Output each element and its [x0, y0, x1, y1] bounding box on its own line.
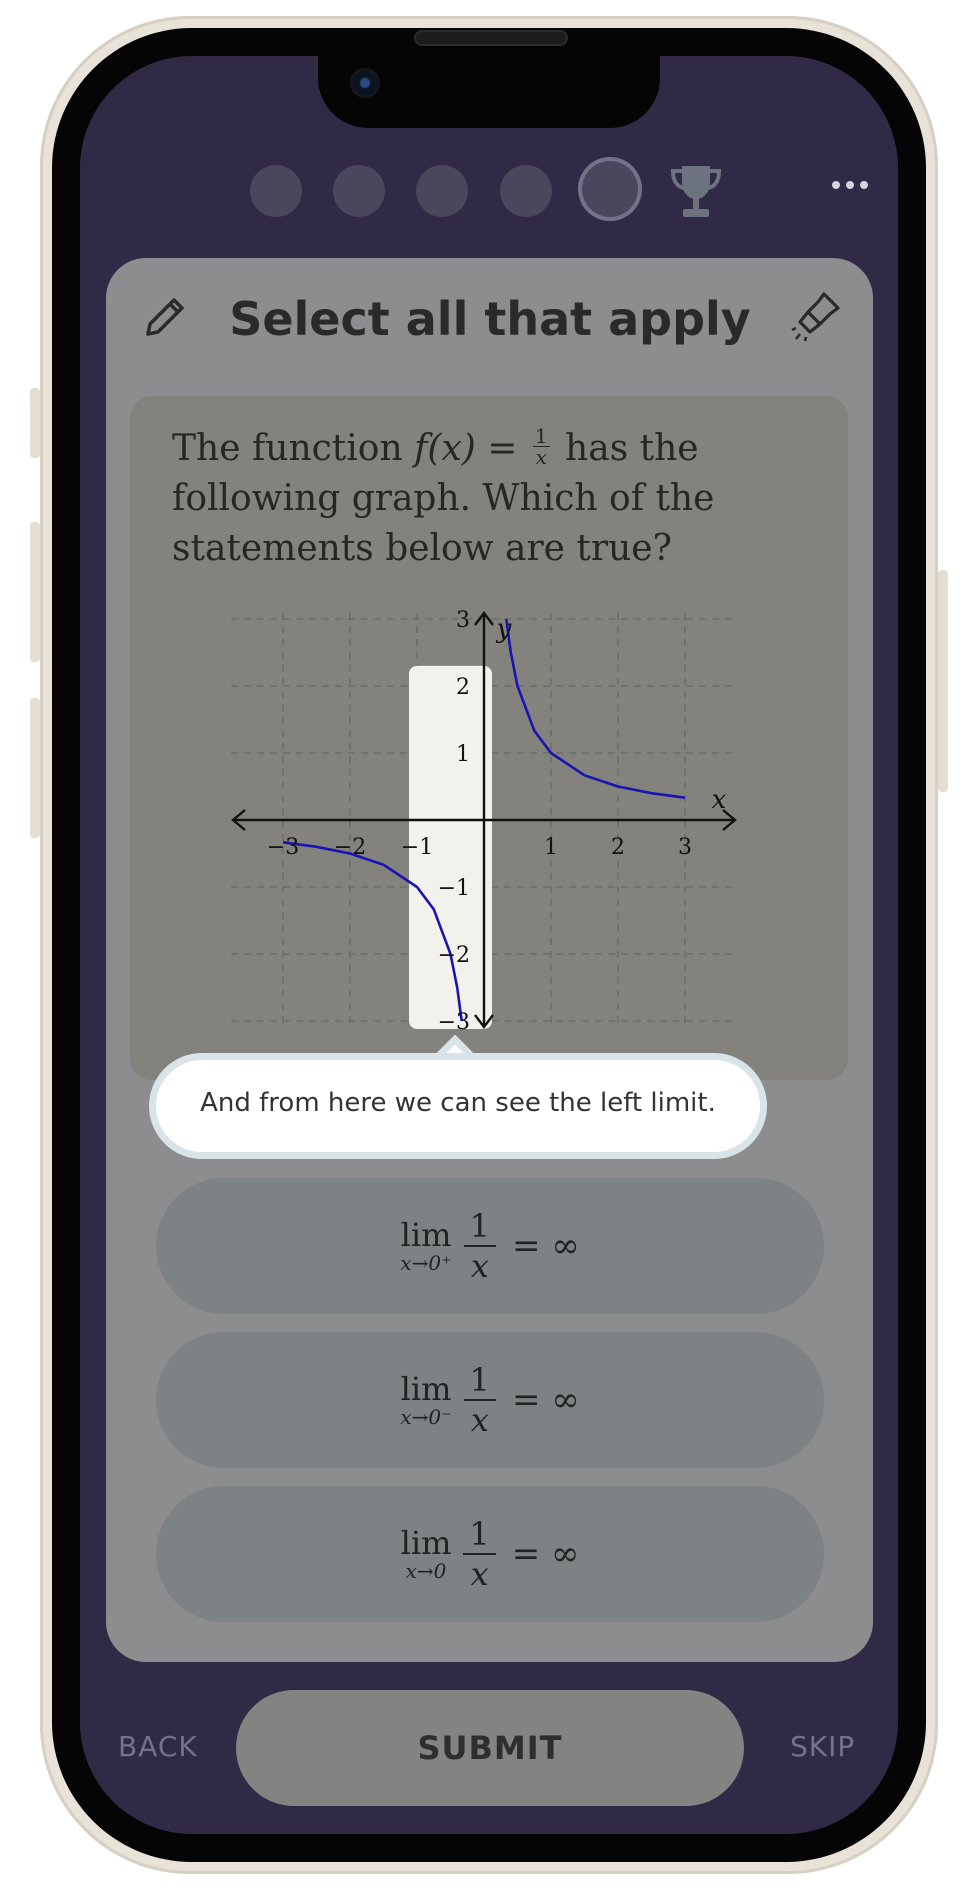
option-denominator: x: [470, 1401, 489, 1439]
option-expression: lim x→0⁻ 1x = ∞: [156, 1332, 824, 1468]
y-tick-label: 3: [456, 608, 470, 633]
limit-operator: lim x→0: [401, 1526, 452, 1582]
back-button[interactable]: BACK: [118, 1730, 198, 1763]
option-denominator: x: [470, 1247, 489, 1285]
y-tick-label: 2: [456, 675, 470, 700]
option-rhs: = ∞: [512, 1380, 580, 1420]
more-horizontal-icon[interactable]: [830, 175, 870, 195]
limit-operator: lim x→0⁻: [400, 1372, 451, 1428]
x-tick-label: 3: [678, 835, 692, 860]
option-numerator: 1: [463, 1361, 497, 1401]
answer-option-left-limit[interactable]: lim x→0⁻ 1x = ∞: [156, 1332, 824, 1468]
progress-dot-5: [582, 161, 638, 217]
limit-word: lim: [400, 1216, 452, 1254]
question-function: f(x) =: [414, 428, 529, 469]
option-fraction: 1x: [463, 1207, 497, 1285]
y-tick-label: −3: [438, 1010, 470, 1035]
y-tick-label: 1: [456, 742, 470, 767]
progress-dot-3: [416, 165, 468, 217]
question-fraction-denominator: x: [535, 444, 547, 469]
tooltip-pointer-join: [436, 1066, 476, 1082]
x-tick-label: −2: [334, 835, 366, 860]
limit-subscript: x→0⁻: [400, 1405, 452, 1429]
y-tick-label: −1: [438, 876, 470, 901]
x-tick-label: −3: [267, 835, 299, 860]
curve-right-branch: [505, 618, 686, 799]
phone-volume-down-button: [30, 698, 40, 838]
option-expression: lim x→0⁺ 1x = ∞: [156, 1178, 824, 1314]
question-text-before: The function: [172, 428, 415, 469]
limit-subscript: x→0⁺: [400, 1251, 452, 1275]
x-axis-label: x: [712, 785, 727, 815]
limit-operator: lim x→0⁺: [400, 1218, 451, 1274]
submit-button[interactable]: SUBMIT: [236, 1690, 744, 1806]
question-fraction-numerator: 1: [532, 423, 550, 448]
option-numerator: 1: [463, 1207, 497, 1247]
flashlight-icon[interactable]: [790, 290, 842, 342]
y-axis-label: y: [496, 614, 512, 644]
option-numerator: 1: [463, 1515, 496, 1555]
y-tick-label: −2: [438, 943, 470, 968]
option-denominator: x: [470, 1555, 489, 1593]
answer-option-two-sided-limit[interactable]: lim x→0 1x = ∞: [156, 1486, 824, 1622]
phone-speaker: [414, 30, 568, 46]
progress-dot-4: [500, 165, 552, 217]
option-rhs: = ∞: [511, 1534, 580, 1574]
option-rhs: = ∞: [512, 1226, 580, 1266]
phone-volume-up-button: [30, 522, 40, 662]
pencil-icon[interactable]: [142, 294, 188, 340]
progress-dot-1: [250, 165, 302, 217]
limit-word: lim: [400, 1524, 452, 1562]
trophy-icon: [670, 166, 722, 217]
front-camera: [350, 68, 380, 98]
question-text: The function f(x) = 1x has the following…: [172, 424, 812, 574]
progress-dot-2: [333, 165, 385, 217]
phone-silent-switch: [30, 388, 40, 458]
question-fraction: 1x: [532, 423, 550, 469]
x-tick-label: 2: [611, 835, 625, 860]
limit-word: lim: [400, 1370, 452, 1408]
x-tick-label: 1: [544, 835, 558, 860]
answer-option-right-limit[interactable]: lim x→0⁺ 1x = ∞: [156, 1178, 824, 1314]
limit-subscript: x→0: [405, 1559, 447, 1583]
option-fraction: 1x: [463, 1361, 497, 1439]
option-fraction: 1x: [463, 1515, 496, 1593]
option-expression: lim x→0 1x = ∞: [156, 1486, 824, 1622]
card-title: Select all that apply: [229, 292, 751, 346]
function-graph: −3 −2 −1 1 2 3 3 2 1 −1 −2 −3 x y: [231, 608, 737, 1035]
phone-power-button: [938, 570, 948, 792]
x-tick-label: −1: [401, 835, 433, 860]
skip-button[interactable]: SKIP: [790, 1730, 855, 1763]
tooltip-text: And from here we can see the left limit.: [200, 1088, 716, 1118]
